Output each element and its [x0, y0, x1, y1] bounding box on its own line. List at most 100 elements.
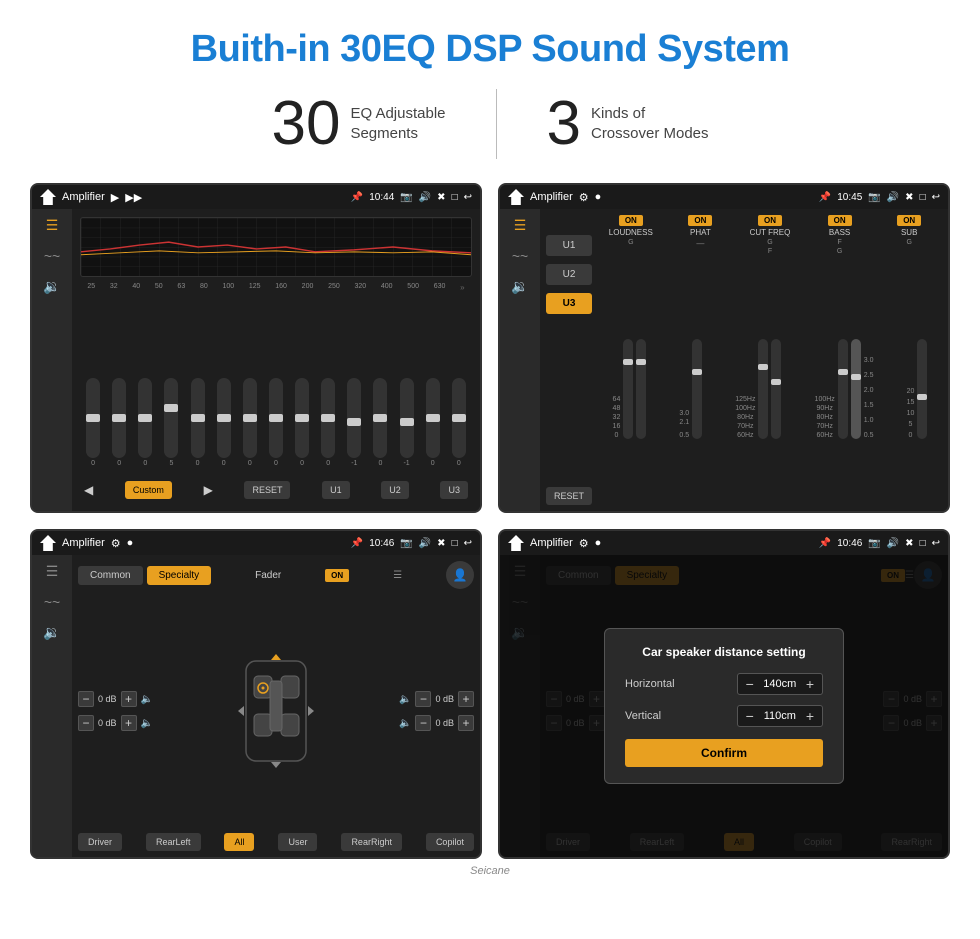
- eq-slider-8[interactable]: 0: [295, 378, 309, 467]
- location-icon-bl: 📌: [351, 538, 363, 549]
- next-arrow[interactable]: ▶: [204, 483, 213, 497]
- fl-db-row: − 0 dB + 🔈: [78, 691, 153, 707]
- rl-minus-btn[interactable]: −: [78, 715, 94, 731]
- eq-bottom-bar: ◀ Custom ▶ RESET U1 U2 U3: [80, 477, 472, 503]
- loudness-slider[interactable]: [623, 339, 633, 439]
- camera-icon-bl: 📷: [400, 538, 412, 549]
- u1-btn-tl[interactable]: U1: [322, 481, 350, 499]
- cutfreq-slider-1[interactable]: [758, 339, 768, 439]
- sidebar-eq-icon-bl[interactable]: ☰: [46, 563, 59, 580]
- crossover-reset-btn[interactable]: RESET: [546, 487, 592, 505]
- prev-arrow[interactable]: ◀: [84, 483, 93, 497]
- bass-on-badge[interactable]: ON: [828, 215, 852, 226]
- phat-slider[interactable]: [692, 339, 702, 439]
- eq-slider-11[interactable]: 0: [373, 378, 387, 467]
- fr-minus-btn[interactable]: −: [415, 691, 431, 707]
- cutfreq-on-badge[interactable]: ON: [758, 215, 782, 226]
- u3-preset-btn[interactable]: U3: [546, 293, 592, 314]
- eq-slider-13[interactable]: 0: [426, 378, 440, 467]
- app-title-bl: Amplifier: [62, 537, 105, 549]
- eq-slider-7[interactable]: 0: [269, 378, 283, 467]
- eq-slider-4[interactable]: 0: [191, 378, 205, 467]
- home-icon-bl[interactable]: [40, 535, 56, 551]
- sidebar-vol-icon[interactable]: 🔉: [43, 278, 60, 295]
- sub-on-badge[interactable]: ON: [897, 215, 921, 226]
- u2-preset-btn[interactable]: U2: [546, 264, 592, 285]
- eq-label: EQ AdjustableSegments: [350, 104, 445, 145]
- bass-slider-1[interactable]: [838, 339, 848, 439]
- eq-slider-12[interactable]: -1: [400, 378, 414, 467]
- rearright-btn[interactable]: RearRight: [341, 833, 402, 851]
- page-title: Buith-in 30EQ DSP Sound System: [0, 0, 980, 89]
- rr-plus-btn[interactable]: +: [458, 715, 474, 731]
- common-mode-btn[interactable]: Common: [78, 566, 143, 585]
- eq-slider-1[interactable]: 0: [112, 378, 126, 467]
- loudness-on-badge[interactable]: ON: [619, 215, 643, 226]
- eq-slider-2[interactable]: 0: [138, 378, 152, 467]
- cutfreq-slider-2[interactable]: [771, 339, 781, 439]
- back-icon-br: ↩: [932, 538, 940, 549]
- custom-btn[interactable]: Custom: [125, 481, 172, 499]
- fl-plus-btn[interactable]: +: [121, 691, 137, 707]
- all-btn[interactable]: All: [224, 833, 254, 851]
- sidebar-eq-icon[interactable]: ☰: [46, 217, 59, 234]
- horizontal-minus-btn[interactable]: −: [744, 676, 756, 692]
- person-icon: 👤: [446, 561, 474, 589]
- eq-slider-14[interactable]: 0: [452, 378, 466, 467]
- vertical-input[interactable]: − 110cm +: [737, 705, 823, 727]
- loudness-label: LOUDNESS: [609, 228, 653, 237]
- u3-btn-tl[interactable]: U3: [440, 481, 468, 499]
- bass-slider-2[interactable]: [851, 339, 861, 439]
- settings-icon-br: ⚙: [579, 537, 589, 550]
- phat-label: PHAT: [690, 228, 711, 237]
- horizontal-input[interactable]: − 140cm +: [737, 673, 823, 695]
- horizontal-row: Horizontal − 140cm +: [625, 673, 823, 695]
- sidebar-vol-icon-tr[interactable]: 🔉: [511, 278, 528, 295]
- u1-preset-btn[interactable]: U1: [546, 235, 592, 256]
- vertical-value: 110cm: [760, 710, 800, 722]
- fader-position-buttons: Driver RearLeft All User RearRight Copil…: [78, 833, 474, 851]
- home-icon[interactable]: [40, 189, 56, 205]
- sub-slider[interactable]: [917, 339, 927, 439]
- home-icon-br[interactable]: [508, 535, 524, 551]
- fl-minus-btn[interactable]: −: [78, 691, 94, 707]
- eq-slider-5[interactable]: 0: [217, 378, 231, 467]
- rl-plus-btn[interactable]: +: [121, 715, 137, 731]
- driver-btn[interactable]: Driver: [78, 833, 122, 851]
- fader-lines-icon: ☰: [393, 570, 402, 581]
- sidebar-wave-icon[interactable]: ~~: [44, 248, 60, 264]
- reset-btn-tl[interactable]: RESET: [244, 481, 290, 499]
- home-icon-tr[interactable]: [508, 189, 524, 205]
- fader-on-toggle[interactable]: ON: [325, 569, 349, 582]
- sidebar-vol-icon-bl[interactable]: 🔉: [43, 624, 60, 641]
- confirm-button[interactable]: Confirm: [625, 739, 823, 767]
- vertical-plus-btn[interactable]: +: [804, 708, 816, 724]
- horizontal-plus-btn[interactable]: +: [804, 676, 816, 692]
- user-btn[interactable]: User: [278, 833, 317, 851]
- eq-slider-3[interactable]: 5: [164, 378, 178, 467]
- sidebar-wave-icon-tr[interactable]: ~~: [512, 248, 528, 264]
- vertical-minus-btn[interactable]: −: [744, 708, 756, 724]
- window-icon-tl: □: [452, 192, 458, 203]
- u2-btn-tl[interactable]: U2: [381, 481, 409, 499]
- eq-slider-9[interactable]: 0: [321, 378, 335, 467]
- rr-minus-btn[interactable]: −: [415, 715, 431, 731]
- distance-dialog-overlay: Car speaker distance setting Horizontal …: [500, 555, 948, 857]
- app-title-br: Amplifier: [530, 537, 573, 549]
- eq-slider-6[interactable]: 0: [243, 378, 257, 467]
- loudness-slider-2[interactable]: [636, 339, 646, 439]
- eq-slider-10[interactable]: -1: [347, 378, 361, 467]
- eq-slider-0[interactable]: 0: [86, 378, 100, 467]
- fr-plus-btn[interactable]: +: [458, 691, 474, 707]
- horizontal-label: Horizontal: [625, 678, 685, 690]
- rearleft-btn[interactable]: RearLeft: [146, 833, 201, 851]
- mode-buttons: Common Specialty: [78, 566, 211, 585]
- sidebar-wave-icon-bl[interactable]: ~~: [44, 594, 60, 610]
- watermark: Seicane: [0, 865, 980, 877]
- back-icon-bl: ↩: [464, 538, 472, 549]
- fader-content: − 0 dB + 🔈 − 0 dB + 🔈: [78, 595, 474, 827]
- phat-on-badge[interactable]: ON: [688, 215, 712, 226]
- copilot-btn[interactable]: Copilot: [426, 833, 474, 851]
- specialty-mode-btn[interactable]: Specialty: [147, 566, 212, 585]
- sidebar-eq-icon-tr[interactable]: ☰: [514, 217, 527, 234]
